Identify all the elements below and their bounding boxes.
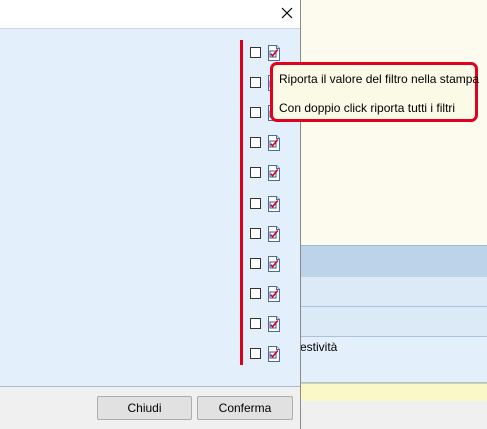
print-filter-tooltip: Riporta il valore del filtro nella stamp… xyxy=(270,62,480,122)
filter-row xyxy=(250,256,286,272)
print-filter-icon[interactable] xyxy=(267,226,281,242)
print-filter-checkbox[interactable] xyxy=(250,107,261,118)
dialog-footer: Chiudi Conferma xyxy=(0,387,300,429)
filter-row xyxy=(250,196,286,212)
close-button[interactable] xyxy=(276,4,298,24)
print-filter-icon[interactable] xyxy=(267,256,281,272)
close-dialog-button[interactable]: Chiudi xyxy=(97,396,192,420)
confirm-button[interactable]: Conferma xyxy=(197,396,293,420)
tooltip-line-2: Con doppio click riporta tutti i filtri xyxy=(279,101,456,115)
tooltip-line-1: Riporta il valore del filtro nella stamp… xyxy=(279,72,480,86)
print-filter-icon[interactable] xyxy=(267,135,281,151)
background-grid-row xyxy=(300,307,487,337)
print-filter-icon[interactable] xyxy=(267,196,281,212)
background-grid-row: estività xyxy=(300,337,487,383)
print-filter-icon[interactable] xyxy=(267,165,281,181)
filter-row xyxy=(250,316,286,332)
filter-row xyxy=(250,45,286,61)
print-filter-checkbox[interactable] xyxy=(250,348,261,359)
background-status-stripe xyxy=(300,383,487,401)
close-icon xyxy=(281,7,293,19)
dialog-titlebar xyxy=(0,0,300,28)
background-grid-row xyxy=(300,277,487,307)
print-filter-checkbox[interactable] xyxy=(250,258,261,269)
background-bottom-bar xyxy=(300,401,487,429)
print-filter-checkbox[interactable] xyxy=(250,167,261,178)
print-filter-icon[interactable] xyxy=(267,316,281,332)
background-panel xyxy=(300,0,487,245)
filter-row xyxy=(250,135,286,151)
print-filter-checkbox[interactable] xyxy=(250,77,261,88)
print-filter-checkbox[interactable] xyxy=(250,288,261,299)
filter-dialog: Chiudi Conferma xyxy=(0,0,301,429)
print-filter-checkbox[interactable] xyxy=(250,228,261,239)
print-filter-checkbox[interactable] xyxy=(250,318,261,329)
print-filter-icon[interactable] xyxy=(267,45,281,61)
print-filter-checkbox[interactable] xyxy=(250,137,261,148)
filter-row xyxy=(250,165,286,181)
filter-row xyxy=(250,346,286,362)
background-row-text: estività xyxy=(300,340,338,354)
highlight-marker-line xyxy=(240,40,243,365)
background-grid-header xyxy=(300,245,487,277)
print-filter-icon[interactable] xyxy=(267,346,281,362)
filter-row xyxy=(250,226,286,242)
print-filter-checkbox[interactable] xyxy=(250,198,261,209)
print-filter-checkbox[interactable] xyxy=(250,47,261,58)
print-filter-icon[interactable] xyxy=(267,286,281,302)
filter-row xyxy=(250,286,286,302)
